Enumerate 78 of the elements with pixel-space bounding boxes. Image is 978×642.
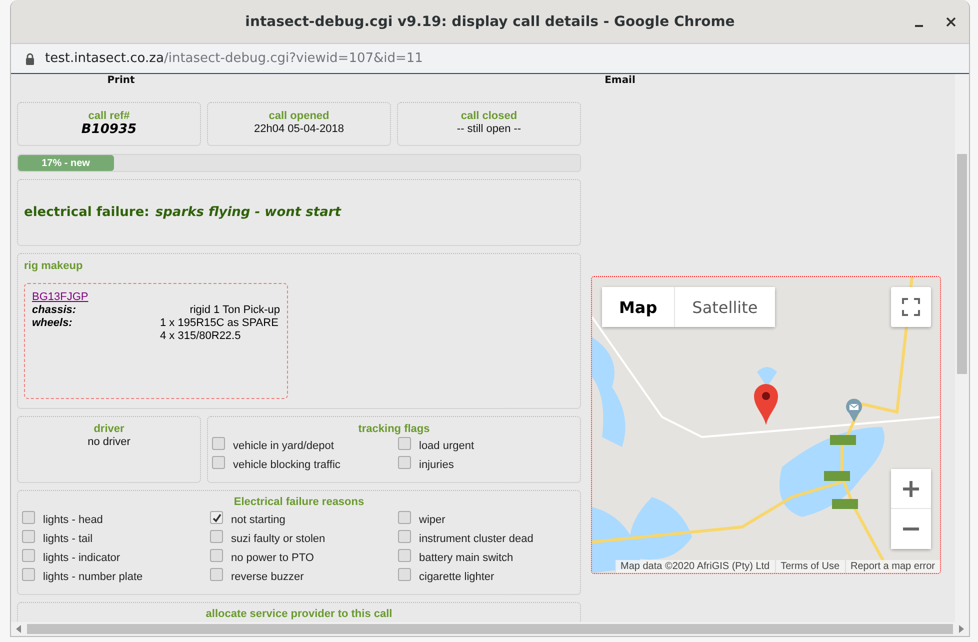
info-label: call closed: [460, 110, 518, 123]
checkbox-label: vehicle in yard/depot: [233, 440, 334, 453]
reasons-title: Electrical failure reasons: [234, 496, 364, 509]
map-attribution: Map data ©2020 AfriGIS (Pty) Ltd: [614, 560, 775, 573]
checkbox[interactable]: [210, 530, 223, 543]
print-link[interactable]: Print: [17, 74, 225, 87]
checkbox-label: suzi faulty or stolen: [231, 533, 326, 546]
plus-icon: [902, 480, 920, 498]
email-link[interactable]: Email: [577, 74, 663, 87]
allocate-title: allocate service provider to this call: [206, 608, 392, 621]
spec-label: chassis:: [32, 304, 76, 317]
checkbox[interactable]: [22, 530, 35, 543]
map-type-tab[interactable]: Satellite: [675, 287, 775, 327]
checkbox-label: instrument cluster dead: [419, 533, 534, 546]
checkbox-label: injuries: [419, 459, 454, 472]
vertical-scrollbar[interactable]: [955, 74, 969, 622]
info-value: 22h04 05-04-2018: [254, 123, 344, 136]
map-frame[interactable]: Map Satellite Map data ©2020 AfriGIS (Pty) Ltd Terms of Use Report a map error: [591, 276, 941, 574]
checkbox[interactable]: [212, 456, 225, 469]
window-title: intasect-debug.cgi v9.19: display call details - Google Chrome: [245, 14, 735, 30]
fault-category: electrical failure:: [24, 205, 150, 220]
checkbox[interactable]: [398, 437, 411, 450]
checkbox-label: wiper: [419, 514, 446, 527]
checkbox[interactable]: [398, 568, 411, 581]
checkbox-label: lights - number plate: [43, 571, 143, 584]
zoom-out-button[interactable]: [891, 509, 931, 549]
map-link[interactable]: Terms of Use: [774, 560, 845, 573]
checkbox[interactable]: [22, 549, 35, 562]
spec-label: wheels:: [32, 317, 72, 331]
checkbox-label: lights - tail: [43, 533, 93, 546]
checkbox[interactable]: [398, 511, 411, 524]
info-label: call opened: [268, 110, 330, 123]
info-value: B10935: [81, 123, 137, 136]
fullscreen-button[interactable]: [891, 287, 931, 327]
checkbox-label: battery main switch: [419, 552, 514, 565]
checkbox-label: lights - indicator: [43, 552, 120, 565]
minus-icon: [902, 527, 920, 531]
close-icon[interactable]: [945, 16, 957, 28]
fullscreen-icon: [902, 298, 920, 316]
scroll-left-icon[interactable]: [15, 625, 23, 633]
checkbox[interactable]: [22, 568, 35, 581]
driver-title: driver: [94, 423, 124, 436]
info-label: call ref#: [88, 110, 130, 123]
map-link[interactable]: Report a map error: [844, 560, 940, 573]
registration-link[interactable]: BG13FJGP: [32, 291, 88, 304]
checkbox-label: reverse buzzer: [231, 571, 304, 584]
checkbox-label: not starting: [231, 514, 286, 527]
checkbox[interactable]: [398, 549, 411, 562]
spec-value: 1 x 195R15C as SPARE: [160, 317, 280, 330]
driver-value: no driver: [88, 436, 130, 449]
checkbox-label: cigarette lighter: [419, 571, 494, 584]
spec-value: rigid 1 Ton Pick-up: [190, 304, 280, 317]
address-bar[interactable]: test.intasect.co.za/intasect-debug.cgi?viewid=107&id=11: [11, 44, 969, 74]
checkbox[interactable]: [210, 511, 223, 524]
zoom-in-button[interactable]: [891, 469, 931, 509]
url-text: test.intasect.co.za/intasect-debug.cgi?viewid=107&id=11: [45, 51, 423, 66]
checkbox-label: load urgent: [419, 440, 474, 453]
map-type-tab[interactable]: Map: [602, 287, 676, 327]
checkbox[interactable]: [398, 530, 411, 543]
map-pin-icon[interactable]: [753, 383, 779, 425]
checkbox[interactable]: [210, 568, 223, 581]
checkbox[interactable]: [212, 437, 225, 450]
info-value: -- still open --: [456, 123, 522, 136]
rig-title: rig makeup: [24, 260, 83, 273]
fault-description: sparks flying - wont start: [155, 205, 341, 220]
checkbox[interactable]: [210, 549, 223, 562]
horizontal-scrollbar[interactable]: [11, 622, 969, 636]
checkbox-label: lights - head: [43, 514, 103, 527]
lock-icon: [25, 52, 35, 64]
spec-value: 4 x 315/80R22.5: [160, 330, 242, 343]
scroll-right-icon[interactable]: [957, 625, 965, 633]
checkbox[interactable]: [398, 456, 411, 469]
tracking-flags-title: tracking flags: [358, 423, 430, 436]
checkbox-label: vehicle blocking traffic: [233, 459, 340, 472]
envelope-pin-icon: [845, 398, 863, 422]
checkbox[interactable]: [22, 511, 35, 524]
checkbox-label: no power to PTO: [231, 552, 314, 565]
progress-label: 17% - new: [40, 158, 91, 168]
